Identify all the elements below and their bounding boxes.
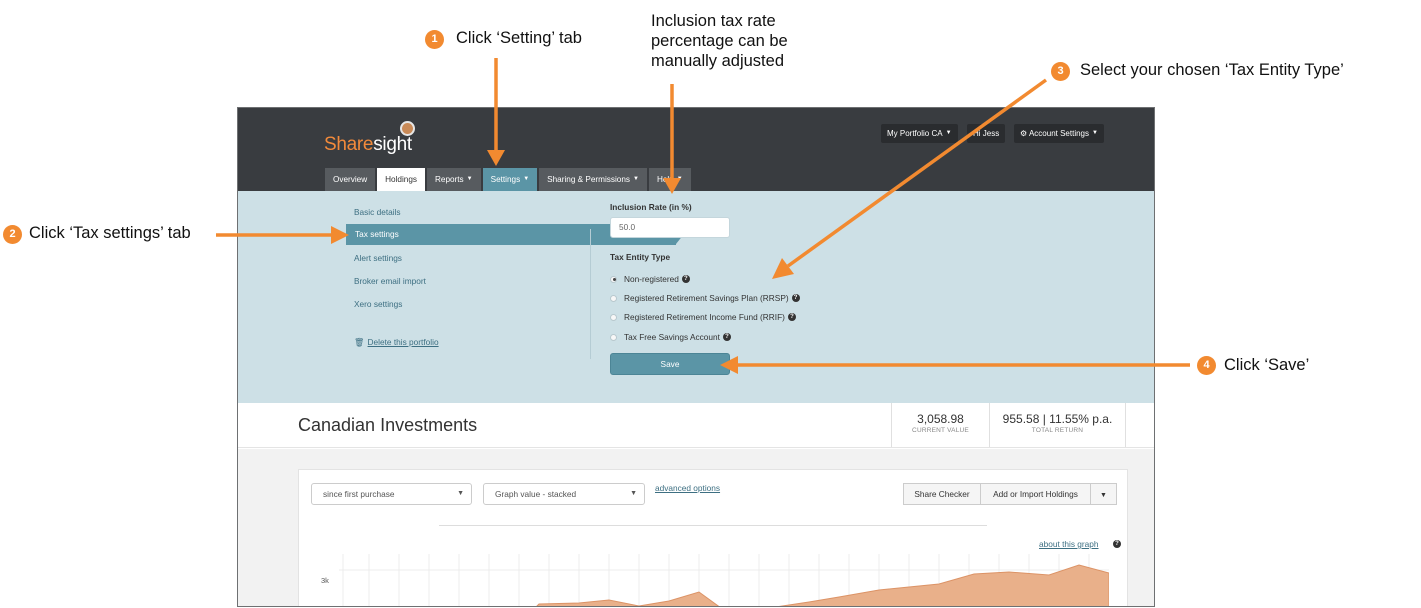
delete-portfolio-link[interactable]: 🗑 Delete this portfolio [354, 337, 439, 348]
tab-overview[interactable]: Overview [325, 168, 376, 191]
more-options-dropdown[interactable]: ▼ [1090, 483, 1117, 505]
period-select[interactable]: since first purchase ▼ [311, 483, 472, 505]
tab-reports[interactable]: Reports ▼ [426, 168, 481, 191]
radio-non-registered[interactable]: Non-registered? [610, 274, 690, 284]
total-return: 955.58 | 11.55% p.a. [1002, 412, 1113, 426]
chevron-down-icon: ▼ [630, 490, 637, 497]
chevron-down-icon: ▼ [466, 176, 473, 183]
portfolio-switcher-button[interactable]: My Portfolio CA ▼ [881, 124, 958, 143]
menu-broker-email-import[interactable]: Broker email import [354, 276, 426, 286]
advanced-options-link[interactable]: advanced options [655, 483, 720, 493]
settings-panel: Basic details Tax settings Alert setting… [238, 191, 1154, 403]
step-2-badge: 2 [3, 225, 22, 244]
chevron-down-icon: ▼ [676, 176, 683, 183]
tab-sharing-permissions[interactable]: Sharing & Permissions ▼ [539, 168, 647, 191]
help-icon: ? [722, 333, 731, 341]
tab-settings[interactable]: Settings ▼ [482, 168, 538, 191]
radio-rrif[interactable]: Registered Retirement Income Fund (RRIF)… [610, 312, 796, 322]
radio-tfsa[interactable]: Tax Free Savings Account? [610, 332, 731, 342]
chevron-down-icon: ▼ [945, 130, 952, 137]
radio-button [610, 333, 617, 341]
share-checker-button[interactable]: Share Checker [903, 483, 981, 505]
portfolio-title: Canadian Investments [298, 415, 478, 435]
chevron-down-icon: ▼ [523, 176, 530, 183]
inclusion-note-line: Inclusion tax rate [651, 12, 776, 30]
radio-rrsp[interactable]: Registered Retirement Savings Plan (RRSP… [610, 293, 800, 303]
top-navbar: Sharesight My Portfolio CA ▼ Hi Jess ⚙ Ac… [238, 108, 1154, 191]
tax-entity-type-label: Tax Entity Type [610, 252, 671, 262]
help-icon[interactable]: ? [1113, 540, 1121, 548]
trash-icon: 🗑 [354, 337, 365, 347]
sharesight-window: Sharesight My Portfolio CA ▼ Hi Jess ⚙ Ac… [237, 107, 1155, 607]
inclusion-note: Inclusion tax rate percentage can be man… [651, 11, 788, 71]
step-1-text: Click ‘Setting’ tab [456, 29, 582, 47]
step-3-badge: 3 [1051, 62, 1070, 81]
total-return-label: TOTAL RETURN [1031, 427, 1084, 434]
inclusion-note-line: percentage can be [651, 32, 788, 50]
chevron-down-icon: ▼ [1092, 130, 1098, 137]
tab-holdings[interactable]: Holdings [377, 168, 425, 191]
help-icon: ? [681, 275, 690, 283]
step-2-text: Click ‘Tax settings’ tab [29, 224, 191, 242]
step-1-badge: 1 [425, 30, 444, 49]
step-3-text: Select your chosen ‘Tax Entity Type’ [1080, 61, 1344, 79]
logo-chart-icon [400, 121, 415, 136]
inclusion-rate-input[interactable]: 50.0 [610, 217, 730, 238]
radio-button [610, 275, 617, 283]
chevron-down-icon: ▼ [632, 176, 639, 183]
about-this-graph-link[interactable]: about this graph [1039, 539, 1099, 549]
gear-icon: ⚙ [1020, 129, 1028, 138]
main-tabs: Overview Holdings Reports ▼ Settings ▼ Sha… [325, 168, 693, 191]
chevron-down-icon: ▼ [1100, 492, 1107, 499]
current-value: 3,058.98 [917, 412, 964, 426]
help-icon: ? [787, 313, 796, 321]
portfolio-area-chart [339, 554, 1109, 606]
current-value-label: CURRENT VALUE [912, 427, 969, 434]
portfolio-header: Canadian Investments 3,058.98 CURRENT VA… [238, 403, 1154, 448]
add-import-holdings-button[interactable]: Add or Import Holdings [980, 483, 1091, 505]
holdings-content: since first purchase ▼ Graph value - stac… [238, 449, 1154, 606]
graph-type-select[interactable]: Graph value - stacked ▼ [483, 483, 645, 505]
help-icon: ? [791, 294, 800, 302]
step-4-badge: 4 [1197, 356, 1216, 375]
step-4-text: Click ‘Save’ [1224, 356, 1310, 374]
y-axis-tick: 3k [321, 576, 329, 585]
panel-divider [590, 229, 591, 359]
account-settings-button[interactable]: ⚙ Account Settings ▼ [1014, 124, 1104, 143]
radio-button [610, 313, 617, 321]
sharesight-logo[interactable]: Sharesight [324, 134, 412, 156]
graph-card: since first purchase ▼ Graph value - stac… [298, 469, 1128, 606]
chevron-down-icon: ▼ [457, 490, 464, 497]
menu-alert-settings[interactable]: Alert settings [354, 253, 402, 263]
greeting-button[interactable]: Hi Jess [967, 124, 1006, 143]
inclusion-rate-label: Inclusion Rate (in %) [610, 202, 692, 212]
graph-divider [439, 525, 987, 526]
radio-button [610, 294, 617, 302]
menu-basic-details[interactable]: Basic details [354, 207, 401, 217]
inclusion-note-line: manually adjusted [651, 52, 784, 70]
tutorial-stage: 1 Click ‘Setting’ tab Inclusion tax rate… [0, 0, 1421, 608]
save-button[interactable]: Save [610, 353, 730, 375]
menu-xero-settings[interactable]: Xero settings [354, 299, 402, 309]
total-return-stat: 955.58 | 11.55% p.a. TOTAL RETURN [989, 403, 1126, 447]
tab-help[interactable]: Help ▼ [648, 168, 691, 191]
current-value-stat: 3,058.98 CURRENT VALUE [891, 403, 989, 447]
